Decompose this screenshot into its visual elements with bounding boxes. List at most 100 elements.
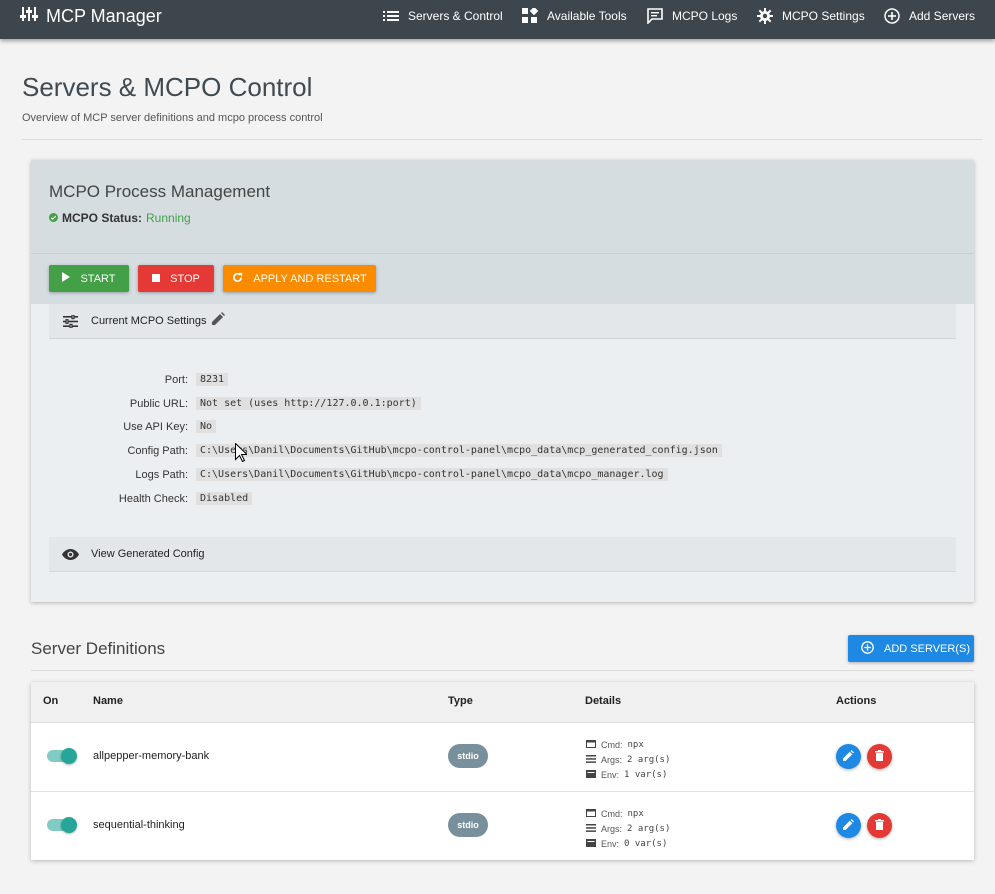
env-value: 0 var(s) <box>624 838 668 849</box>
cmd-label: Cmd: <box>601 739 623 750</box>
setting-label: Use API Key: <box>123 421 188 433</box>
generated-config-header[interactable]: View Generated Config <box>49 537 956 572</box>
check-circle-icon <box>49 211 58 225</box>
nav-label: Servers & Control <box>408 9 503 23</box>
enabled-toggle[interactable] <box>47 748 77 764</box>
args-label: Args: <box>601 754 623 765</box>
sliders-icon <box>20 6 38 27</box>
server-name: allpepper-memory-bank <box>93 750 210 762</box>
nav-label: MCPO Settings <box>782 9 865 23</box>
setting-value: Not set (uses http://127.0.0.1:port) <box>196 397 421 410</box>
column-header-name: Name <box>93 695 123 707</box>
mcpo-status: MCPO Status: Running <box>49 211 191 225</box>
server-name: sequential-thinking <box>93 819 185 831</box>
nav-label: Add Servers <box>909 9 976 23</box>
nav-servers-control[interactable]: Servers & Control <box>383 6 503 26</box>
setting-public-url: Public URL: Not set (uses http://127.0.0… <box>31 396 974 414</box>
edit-server-button[interactable] <box>836 744 861 769</box>
start-button[interactable]: START <box>49 265 129 292</box>
delete-server-button[interactable] <box>867 744 892 769</box>
trash-icon <box>875 748 884 766</box>
table-row: allpepper-memory-bank stdio Cmd: npx Args… <box>31 723 974 792</box>
settings-header-label: Current MCPO Settings <box>91 315 207 327</box>
cmd-value: npx <box>627 739 644 750</box>
args-label: Args: <box>601 823 623 834</box>
message-icon <box>647 8 663 24</box>
trash-icon <box>875 817 884 835</box>
server-details: Cmd: npx Args: 2 arg(s) Env: 1 var(s) <box>586 737 670 782</box>
nav-mcpo-logs[interactable]: MCPO Logs <box>647 6 737 26</box>
nav-label: Available Tools <box>547 9 627 23</box>
server-details: Cmd: npx Args: 2 arg(s) Env: 0 var(s) <box>586 806 670 851</box>
add-circle-icon <box>861 640 874 657</box>
list-icon <box>383 10 399 22</box>
nav-label: MCPO Logs <box>672 9 738 23</box>
edit-icon <box>843 817 854 835</box>
enabled-toggle[interactable] <box>47 817 77 833</box>
mouse-cursor-icon <box>235 442 249 467</box>
apply-restart-button[interactable]: APPLY AND RESTART <box>223 265 376 292</box>
setting-value: No <box>196 420 217 433</box>
list-icon <box>586 754 596 765</box>
edit-icon <box>843 748 854 766</box>
nav-mcpo-settings[interactable]: MCPO Settings <box>757 6 865 26</box>
delete-server-button[interactable] <box>867 813 892 838</box>
page-subtitle: Overview of MCP server definitions and m… <box>22 112 323 124</box>
setting-logs-path: Logs Path: C:\Users\Danil\Documents\GitH… <box>31 467 974 485</box>
brand-label: MCP Manager <box>46 5 162 26</box>
add-servers-button[interactable]: ADD SERVER(S) <box>848 635 974 662</box>
settings-section-header[interactable]: Current MCPO Settings <box>49 304 956 339</box>
env-label: Env: <box>601 769 620 780</box>
page-title: Servers & MCPO Control <box>22 72 313 102</box>
setting-label: Public URL: <box>129 398 188 410</box>
card-title: MCPO Process Management <box>49 182 271 201</box>
start-label: START <box>80 272 116 285</box>
setting-value: Disabled <box>196 492 253 505</box>
list-icon <box>586 823 596 834</box>
terminal-icon <box>586 808 596 819</box>
server-definitions-title: Server Definitions <box>31 639 166 658</box>
nav-available-tools[interactable]: Available Tools <box>522 6 627 26</box>
column-header-on: On <box>43 695 59 707</box>
args-value: 2 arg(s) <box>627 823 671 834</box>
cmd-label: Cmd: <box>601 808 623 819</box>
edit-icon[interactable] <box>211 312 225 328</box>
stop-label: STOP <box>170 272 200 285</box>
divider <box>31 253 974 254</box>
top-navbar: MCP Manager Servers & Control Available … <box>0 0 995 39</box>
setting-value: C:\Users\Danil\Documents\GitHub\mcpo-con… <box>196 468 668 481</box>
env-icon <box>586 769 596 780</box>
divider <box>31 670 974 671</box>
generated-config-label: View Generated Config <box>91 548 205 560</box>
play-icon <box>62 272 71 285</box>
args-value: 2 arg(s) <box>627 754 671 765</box>
servers-table: On Name Type Details Actions allpepper-m… <box>31 682 974 860</box>
widgets-icon <box>522 8 538 24</box>
tune-icon <box>49 314 91 328</box>
column-header-actions: Actions <box>836 695 877 707</box>
stop-button[interactable]: STOP <box>138 265 214 292</box>
column-header-details: Details <box>585 695 622 707</box>
table-header: On Name Type Details Actions <box>31 682 974 723</box>
card-header: MCPO Process Management MCPO Status: Run… <box>31 160 974 304</box>
terminal-icon <box>586 739 596 750</box>
gear-icon <box>757 8 773 24</box>
refresh-icon <box>232 272 243 286</box>
column-header-type: Type <box>448 695 473 707</box>
setting-value: 8231 <box>196 373 229 386</box>
apply-label: APPLY AND RESTART <box>253 272 367 285</box>
setting-label: Config Path: <box>127 445 188 457</box>
nav-add-servers[interactable]: Add Servers <box>884 6 975 26</box>
env-icon <box>586 838 596 849</box>
env-value: 1 var(s) <box>624 769 668 780</box>
brand[interactable]: MCP Manager <box>20 5 162 27</box>
type-chip: stdio <box>448 744 488 768</box>
cmd-value: npx <box>627 808 644 819</box>
setting-config-path: Config Path: C:\Users\Danil\Documents\Gi… <box>31 443 974 461</box>
add-servers-label: ADD SERVER(S) <box>884 642 970 655</box>
edit-server-button[interactable] <box>836 813 861 838</box>
setting-use-api-key: Use API Key: No <box>31 419 974 437</box>
setting-label: Port: <box>164 374 188 386</box>
type-chip: stdio <box>448 813 488 837</box>
setting-port: Port: 8231 <box>31 372 974 390</box>
